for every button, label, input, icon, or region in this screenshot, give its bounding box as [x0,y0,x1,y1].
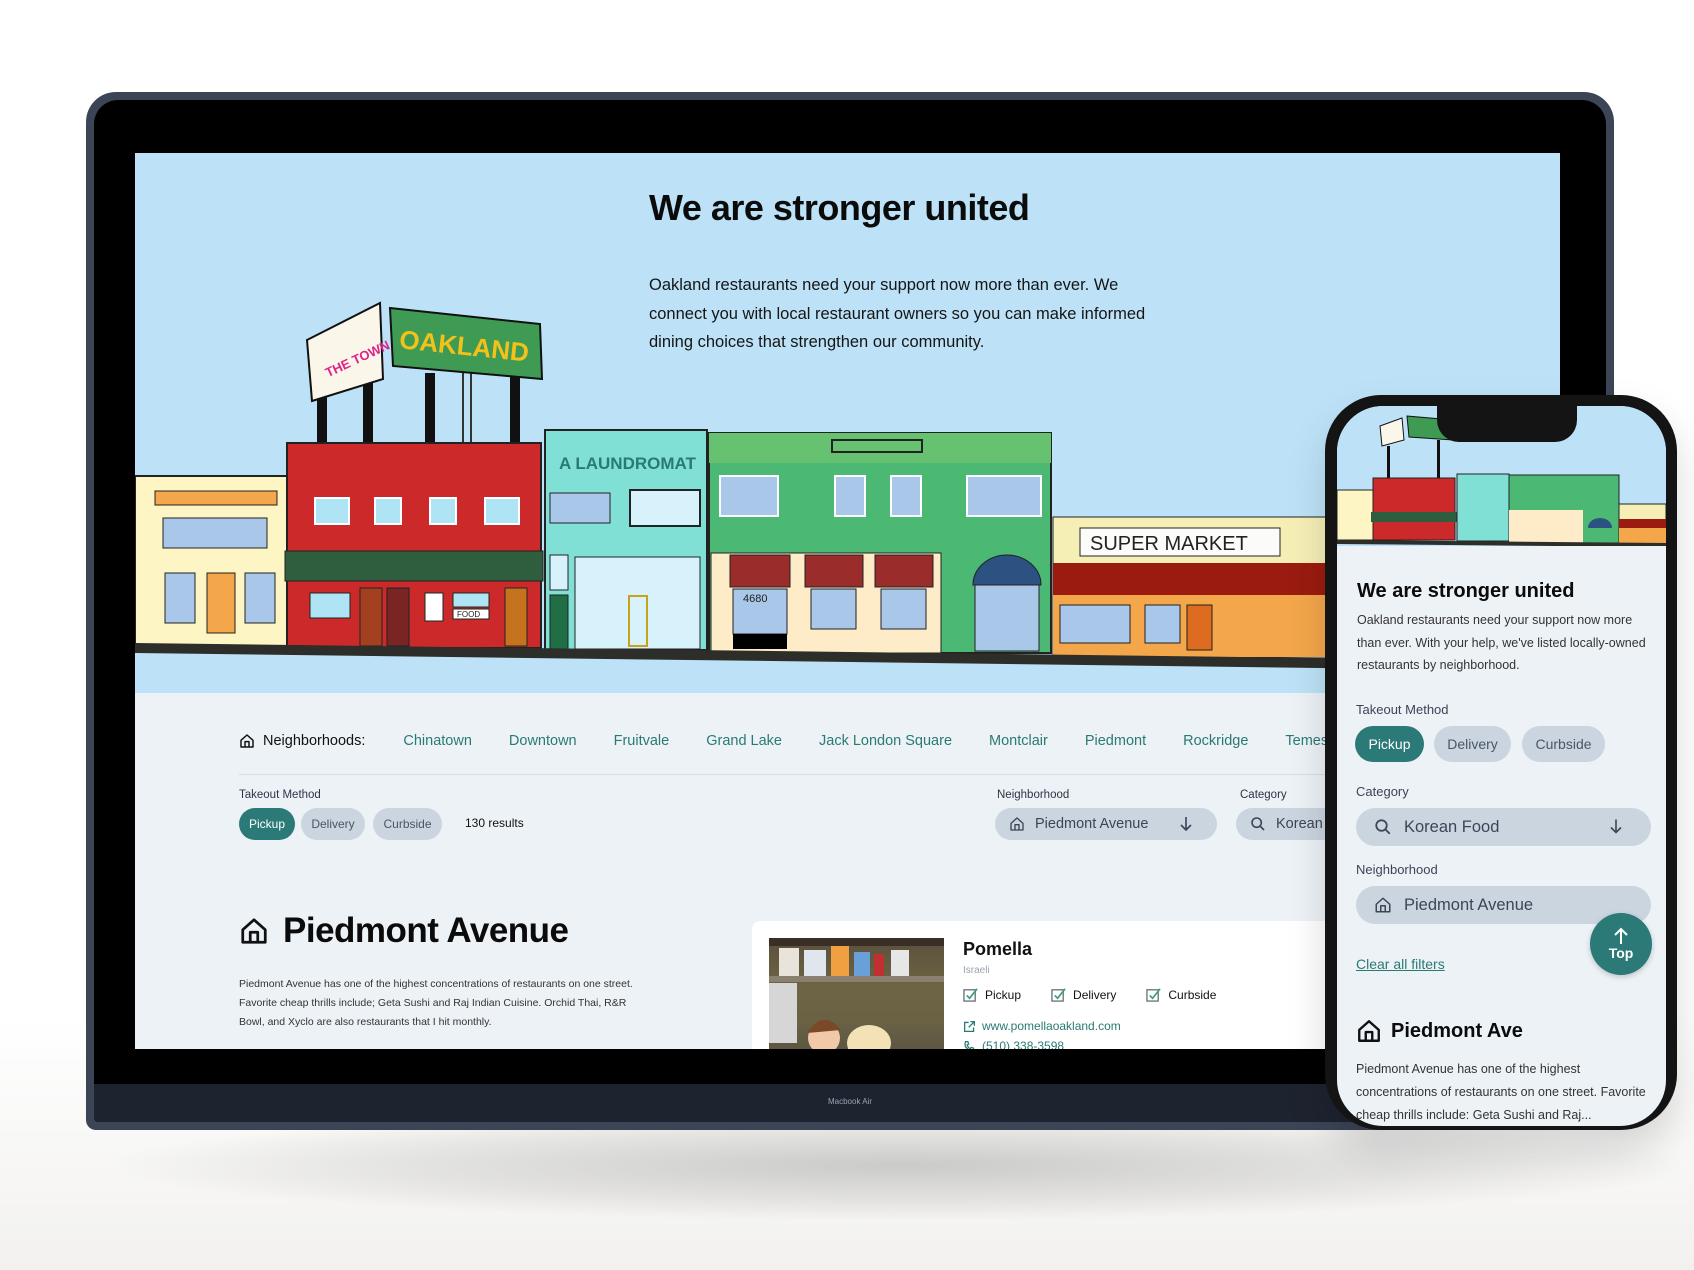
neighborhood-section-title: Piedmont Avenue [239,911,569,951]
neighborhoods-label-text: Neighborhoods: [263,733,366,749]
billboard-the-town: THE TOWN [305,301,392,453]
phone-category-select[interactable]: Korean Food [1356,808,1651,846]
home-icon [1010,817,1024,831]
restaurant-cuisine: Israeli [963,965,990,976]
hero-title: We are stronger united [649,187,1030,228]
phone-section-title: Piedmont Ave [1356,1018,1523,1044]
sign-food: FOOD [457,610,480,619]
checkbox-checked-icon [1051,988,1066,1002]
home-icon [240,734,254,748]
results-count: 130 results [465,816,524,830]
home-icon [1358,1020,1380,1042]
arrow-down-icon [1180,817,1192,832]
chip-delivery[interactable]: Delivery [301,808,365,840]
arrow-down-icon [1610,819,1622,834]
takeout-options: Pickup Delivery Curbside [963,987,1246,1002]
section-title-text: Piedmont Avenue [283,911,569,950]
nav-link-grand-lake[interactable]: Grand Lake [706,733,782,749]
website-text: www.pomellaoakland.com [982,1019,1121,1033]
sign-laundromat: A LAUNDROMAT [559,454,697,473]
phone-icon [964,1040,975,1049]
neighborhood-filter-label: Neighborhood [997,789,1070,801]
back-to-top-button[interactable]: Top [1590,913,1652,975]
home-icon [1375,897,1391,913]
phone-neighborhood-label: Neighborhood [1356,862,1438,877]
phone-takeout-label: Takeout Method [1356,702,1449,717]
neighborhood-select-value: Piedmont Avenue [1035,816,1149,832]
chip-pickup[interactable]: Pickup [239,808,295,840]
phone-category-value: Korean Food [1404,817,1500,836]
phone-hero-text: Oakland restaurants need your support no… [1357,613,1646,672]
restaurant-website-link[interactable]: www.pomellaoakland.com [963,1019,1121,1033]
clear-all-filters-link[interactable]: Clear all filters [1356,956,1445,972]
takeout-method-label: Takeout Method [239,789,321,801]
option-pickup: Pickup [963,987,1021,1002]
neighborhood-select[interactable]: Piedmont Avenue [995,808,1217,840]
nav-link-piedmont[interactable]: Piedmont [1085,733,1146,749]
phone-chip-pickup[interactable]: Pickup [1355,726,1424,762]
option-delivery-label: Delivery [1073,987,1117,1002]
section-description: Piedmont Avenue has one of the highest c… [239,978,633,1028]
phone-screen: We are stronger united Oakland restauran… [1337,406,1666,1126]
option-curbside: Curbside [1146,987,1216,1002]
option-pickup-label: Pickup [985,987,1022,1002]
photo-illustration [769,938,944,1049]
nav-link-montclair[interactable]: Montclair [989,733,1048,749]
nav-link-fruitvale[interactable]: Fruitvale [614,733,670,749]
phone-notch [1437,406,1577,442]
restaurant-name: Pomella [963,939,1033,959]
phone-category-label: Category [1356,784,1409,799]
category-filter-label: Category [1240,789,1287,801]
phone-frame: We are stronger united Oakland restauran… [1325,395,1677,1130]
phone-text: (510) 338-3598 [982,1039,1065,1049]
option-curbside-label: Curbside [1168,987,1217,1002]
sign-supermarket: SUPER MARKET [1090,533,1248,555]
search-icon [1251,817,1265,831]
checkbox-checked-icon [963,988,978,1002]
phone-chip-curbside[interactable]: Curbside [1522,726,1605,762]
checkbox-checked-icon [1146,988,1162,1002]
external-link-icon [963,1020,976,1032]
nav-link-rockridge[interactable]: Rockridge [1183,733,1248,749]
phone-section-title-text: Piedmont Ave [1391,1019,1523,1042]
sign-address: 4680 [743,593,767,605]
chip-curbside[interactable]: Curbside [373,808,442,840]
phone-chip-delivery[interactable]: Delivery [1434,726,1511,762]
restaurant-photo [769,938,944,1049]
nav-link-downtown[interactable]: Downtown [509,733,577,749]
neighborhoods-label: Neighborhoods: [239,733,365,749]
home-icon [241,918,267,944]
phone-section-description: Piedmont Avenue has one of the highest c… [1356,1062,1646,1122]
option-delivery: Delivery [1051,987,1116,1002]
search-icon [1375,819,1391,835]
back-to-top-label: Top [1608,945,1634,961]
nav-link-jack-london-square[interactable]: Jack London Square [819,733,952,749]
nav-link-chinatown[interactable]: Chinatown [403,733,472,749]
arrow-up-icon [1614,927,1628,944]
phone-hero-title: We are stronger united [1357,580,1575,602]
phone-neighborhood-value: Piedmont Avenue [1404,895,1534,914]
restaurant-phone-link[interactable]: (510) 338-3598 [963,1039,1064,1049]
